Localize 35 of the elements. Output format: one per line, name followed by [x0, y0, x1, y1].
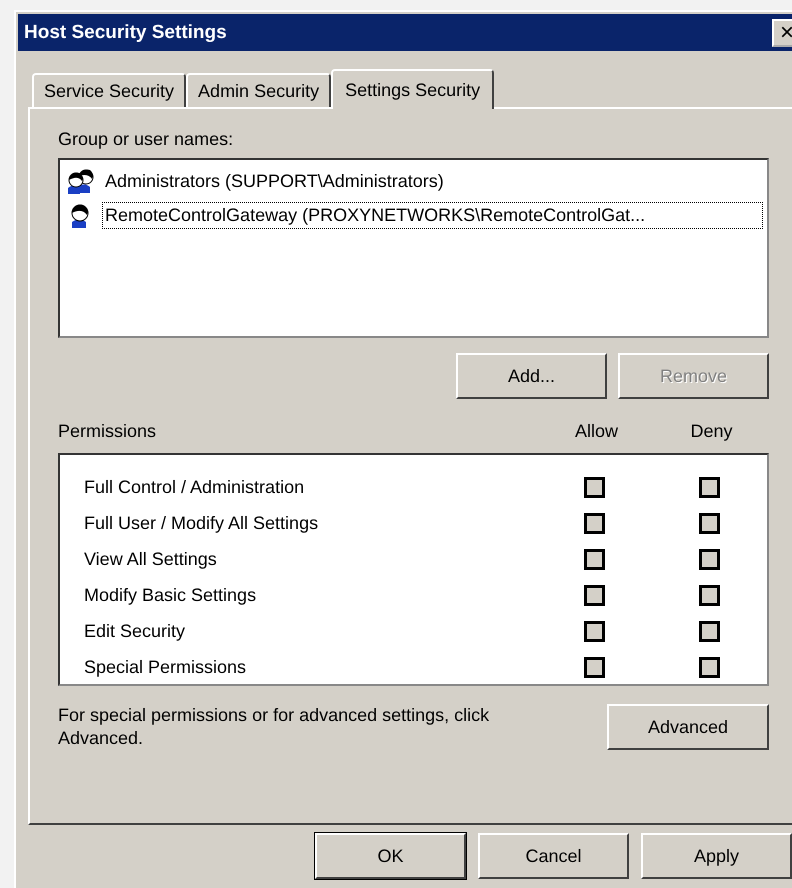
permission-name: View All Settings [84, 548, 218, 570]
deny-checkbox[interactable] [699, 548, 720, 570]
close-button[interactable]: × [772, 18, 792, 46]
permissions-label: Permissions [58, 421, 156, 442]
dialog-button[interactable]: OK [315, 833, 466, 879]
allow-checkbox[interactable] [584, 656, 605, 678]
allow-checkbox[interactable] [584, 548, 605, 570]
allow-header: Allow [574, 421, 618, 442]
allow-checkbox[interactable] [584, 620, 605, 642]
deny-checkbox[interactable] [699, 620, 720, 642]
deny-checkbox[interactable] [699, 512, 720, 534]
permission-name: Full Control / Administration [84, 476, 306, 498]
deny-checkbox[interactable] [699, 476, 720, 498]
permission-name: Edit Security [84, 620, 186, 642]
allow-checkbox[interactable] [584, 476, 605, 498]
tab[interactable]: Service Security [32, 73, 186, 107]
allow-checkbox[interactable] [584, 584, 605, 606]
deny-checkbox[interactable] [699, 584, 720, 606]
permission-name: Full User / Modify All Settings [84, 512, 320, 534]
advanced-button[interactable]: Advanced [607, 704, 769, 750]
deny-header: Deny [690, 421, 733, 442]
dialog-button[interactable]: Cancel [478, 833, 629, 879]
user-list-item[interactable]: RemoteControlGateway (PROXYNETWORKS\RemoteControlGat... [102, 202, 763, 228]
tab[interactable]: Settings Security [331, 69, 494, 109]
deny-checkbox[interactable] [699, 656, 720, 678]
permission-name: Special Permissions [84, 656, 248, 678]
permission-name: Modify Basic Settings [84, 584, 258, 606]
user-list-item[interactable]: Administrators (SUPPORT\Administrators) [102, 168, 763, 194]
dialog-button[interactable]: Apply [641, 833, 792, 879]
window-title: Host Security Settings [24, 22, 227, 44]
advanced-note: For special permissions or for advanced settings, click Advanced. [58, 704, 490, 750]
allow-checkbox[interactable] [584, 512, 605, 534]
add-button[interactable]: Add... [456, 353, 607, 399]
group-label: Group or user names: [58, 129, 234, 150]
tab[interactable]: Admin Security [186, 73, 332, 107]
